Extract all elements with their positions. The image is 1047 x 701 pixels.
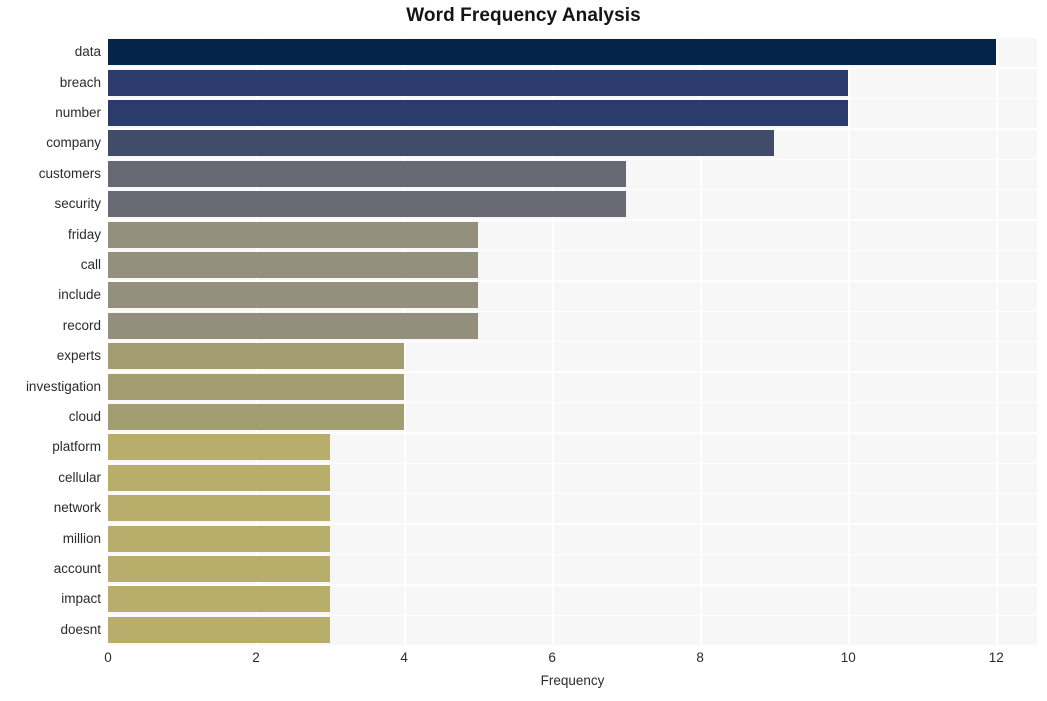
y-tick-label: record bbox=[62, 317, 101, 333]
y-tick-label: platform bbox=[52, 439, 101, 455]
y-tick-label: account bbox=[53, 561, 101, 576]
x-tick-label: 8 bbox=[696, 650, 704, 665]
chart-title: Word Frequency Analysis bbox=[406, 5, 641, 26]
y-tick-label: investigation bbox=[25, 378, 101, 394]
y-axis-tick-labels: data breach number company customers security… bbox=[0, 37, 1047, 645]
gridline-horizontal bbox=[108, 645, 1037, 647]
y-tick-label: include bbox=[58, 287, 101, 303]
chart-figure: Word Frequency Analysis data breach number… bbox=[0, 0, 1047, 701]
y-tick-label: cloud bbox=[68, 409, 101, 424]
x-tick-label: 6 bbox=[548, 650, 556, 665]
y-tick-label: breach bbox=[59, 74, 101, 90]
x-tick-label: 10 bbox=[840, 650, 856, 665]
y-tick-label: million bbox=[62, 530, 101, 546]
y-tick-label: experts bbox=[56, 348, 101, 364]
y-tick-label: network bbox=[53, 500, 101, 516]
y-tick-label: number bbox=[55, 105, 101, 120]
y-tick-label: security bbox=[54, 196, 101, 212]
x-tick-label: 12 bbox=[988, 650, 1004, 665]
y-tick-label: customers bbox=[38, 165, 101, 181]
y-tick-label: call bbox=[80, 257, 101, 272]
x-tick-label: 4 bbox=[400, 650, 408, 665]
y-tick-label: friday bbox=[67, 226, 101, 242]
x-tick-label: 0 bbox=[104, 650, 112, 665]
y-tick-label: cellular bbox=[58, 469, 101, 485]
y-tick-label: doesnt bbox=[60, 621, 101, 637]
x-axis-label: Frequency bbox=[540, 673, 605, 688]
y-tick-label: data bbox=[74, 44, 101, 60]
x-tick-label: 2 bbox=[252, 650, 260, 665]
y-tick-label: impact bbox=[61, 591, 101, 607]
y-tick-label: company bbox=[46, 135, 101, 151]
